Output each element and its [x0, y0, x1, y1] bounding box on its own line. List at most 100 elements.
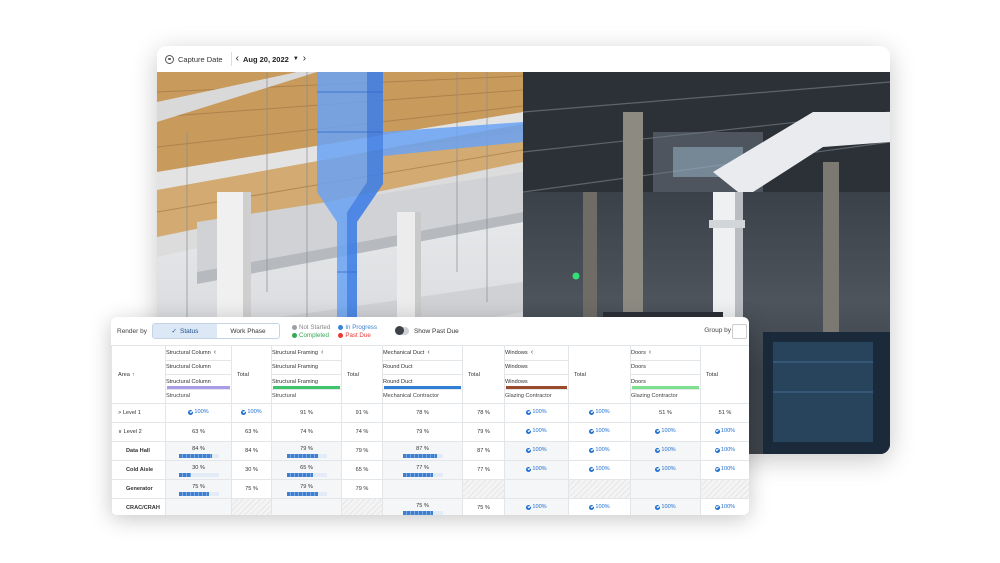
- row-label[interactable]: ∨ Level 2: [111, 422, 166, 442]
- column-header-row4: Glazing Contractor: [504, 388, 569, 404]
- progress-bar: [178, 453, 219, 458]
- column-header-label: Structural Framing: [272, 350, 319, 357]
- cell-value: 100%: [595, 504, 610, 511]
- completed-value: 100%: [714, 504, 736, 511]
- check-circle-icon: [589, 447, 595, 453]
- row-label: Cold Aisle: [111, 460, 166, 480]
- group-by-select[interactable]: [732, 324, 747, 339]
- tab-status[interactable]: ✓ Status: [153, 324, 217, 338]
- table-cell: 51 %: [700, 403, 749, 423]
- column-header-label: Doors: [631, 350, 646, 357]
- chevron-left-icon[interactable]: ‹: [236, 54, 239, 64]
- chevron-left-icon[interactable]: ‹: [427, 349, 429, 356]
- empty-cell: [231, 498, 272, 515]
- progress-bar: [286, 491, 327, 496]
- column-header-title[interactable]: Mechanical Duct ‹: [382, 345, 463, 361]
- column-header-row3: Doors: [630, 374, 701, 390]
- tab-work-phase[interactable]: Work Phase: [217, 324, 279, 338]
- table-row[interactable]: ∨ Level 2 63 % 63 % 74 % 74 % 79 % 79 % 100% 100…: [111, 422, 749, 442]
- cell-value: 100%: [194, 409, 209, 416]
- completed-value: 100%: [526, 466, 547, 472]
- table-cell: 77 %: [462, 460, 505, 480]
- empty-cell: [271, 498, 342, 515]
- check-circle-icon: [655, 504, 661, 510]
- column-header-label: Windows: [505, 364, 528, 371]
- table-row[interactable]: > Level 1 100% 100% 91 % 91 % 78 % 78 % 100% 100…: [111, 403, 749, 423]
- completed-value: 100%: [589, 447, 610, 453]
- show-past-due-toggle[interactable]: [394, 326, 409, 335]
- progress-bar-fill: [286, 453, 319, 458]
- date-selector[interactable]: Aug 20, 2022 ▼: [243, 55, 299, 64]
- capture-date-label: Capture Date: [178, 54, 223, 64]
- progress-table-card: Render by ✓ Status Work Phase Not Starte…: [111, 317, 749, 515]
- total-header: Total: [462, 345, 505, 404]
- table-cell: 75 %: [231, 479, 272, 499]
- column-header-title[interactable]: Doors ‹: [630, 345, 701, 361]
- column-header-label: Glazing Contractor: [505, 393, 552, 400]
- dot-icon: [338, 324, 344, 330]
- progress-bar-fill: [178, 472, 191, 477]
- cell-value: 63 %: [245, 429, 258, 435]
- table-row[interactable]: Cold Aisle 30 % 30 % 65 % 65 % 77 % 77 % 100% 10…: [111, 460, 749, 480]
- table-cell: 87 %: [462, 441, 505, 461]
- table-cell: 100%: [231, 403, 272, 423]
- table-cell: 100%: [568, 403, 631, 423]
- cell-value: 100%: [720, 504, 736, 511]
- chevron-left-icon[interactable]: ‹: [531, 349, 533, 356]
- progress-value: 65 %: [300, 464, 313, 471]
- table-row[interactable]: Generator 75 % 75 % 79 % 79 %: [111, 479, 749, 499]
- table-row[interactable]: CRAC/CRAH 75 % 75 % 100% 100% 100% 100%: [111, 498, 749, 515]
- empty-cell: [504, 479, 569, 499]
- check-circle-icon: [526, 466, 532, 472]
- column-header-label: Doors: [631, 364, 646, 371]
- cell-value: 79 %: [355, 486, 369, 492]
- column-header-row4: Glazing Contractor: [630, 388, 701, 404]
- progress-bar: [402, 510, 443, 515]
- column-header-row3: Structural Framing: [271, 374, 342, 390]
- chevron-left-icon[interactable]: ‹: [649, 349, 651, 356]
- legend-not-started: Not Started: [292, 324, 330, 331]
- legend-label: Past Due: [345, 331, 371, 339]
- area-header[interactable]: Area ↑: [111, 345, 166, 404]
- column-header-row2: Doors: [630, 359, 701, 375]
- column-header-title[interactable]: Structural Framing ‹: [271, 345, 342, 361]
- empty-cell: [630, 479, 701, 499]
- cell-value: 100%: [532, 504, 547, 511]
- dot-icon: [338, 332, 344, 338]
- column-header-label: Windows: [505, 350, 528, 357]
- cell-value: 100%: [532, 409, 547, 416]
- column-header-row2: Structural Framing: [271, 359, 342, 375]
- progress-bar: [178, 491, 219, 496]
- cell-value: 100%: [720, 447, 736, 454]
- chevron-left-icon[interactable]: ‹: [214, 349, 216, 356]
- column-header-title[interactable]: Structural Column ‹: [165, 345, 232, 361]
- completed-value: 100%: [714, 447, 736, 454]
- table-cell: 65 %: [341, 460, 383, 480]
- row-label[interactable]: > Level 1: [111, 403, 166, 423]
- capture-date-icon: [165, 54, 174, 64]
- completed-value: 100%: [589, 504, 610, 511]
- progress-value: 77 %: [416, 464, 429, 471]
- completed-value: 100%: [655, 428, 676, 435]
- progress-bar-fill: [286, 491, 319, 496]
- chevron-right-icon[interactable]: ›: [303, 54, 306, 64]
- column-header-title[interactable]: Windows ‹: [504, 345, 569, 361]
- total-header: Total: [700, 345, 749, 404]
- table-cell: 79 %: [341, 441, 383, 461]
- cell-value: 100%: [720, 428, 736, 435]
- chevron-left-icon[interactable]: ‹: [321, 349, 323, 356]
- empty-cell: [341, 498, 383, 515]
- column-header-row3: Structural Column: [165, 374, 232, 390]
- cell-value: 100%: [661, 428, 676, 435]
- cell-value: 100%: [661, 447, 676, 454]
- check-circle-icon: [526, 504, 532, 510]
- dot-icon: [292, 324, 297, 330]
- progress-bar-fill: [178, 453, 213, 458]
- dot-icon: [292, 332, 297, 338]
- table-controls: Render by ✓ Status Work Phase Not Starte…: [111, 317, 749, 345]
- column-header-label: Mechanical Duct: [383, 350, 425, 357]
- cell-value: 74 %: [300, 429, 313, 435]
- table-row[interactable]: Data Hall 84 % 84 % 79 % 79 % 87 % 87 % 100% 100…: [111, 441, 749, 461]
- total-header: Total: [341, 345, 383, 404]
- table-cell: 100%: [504, 460, 569, 480]
